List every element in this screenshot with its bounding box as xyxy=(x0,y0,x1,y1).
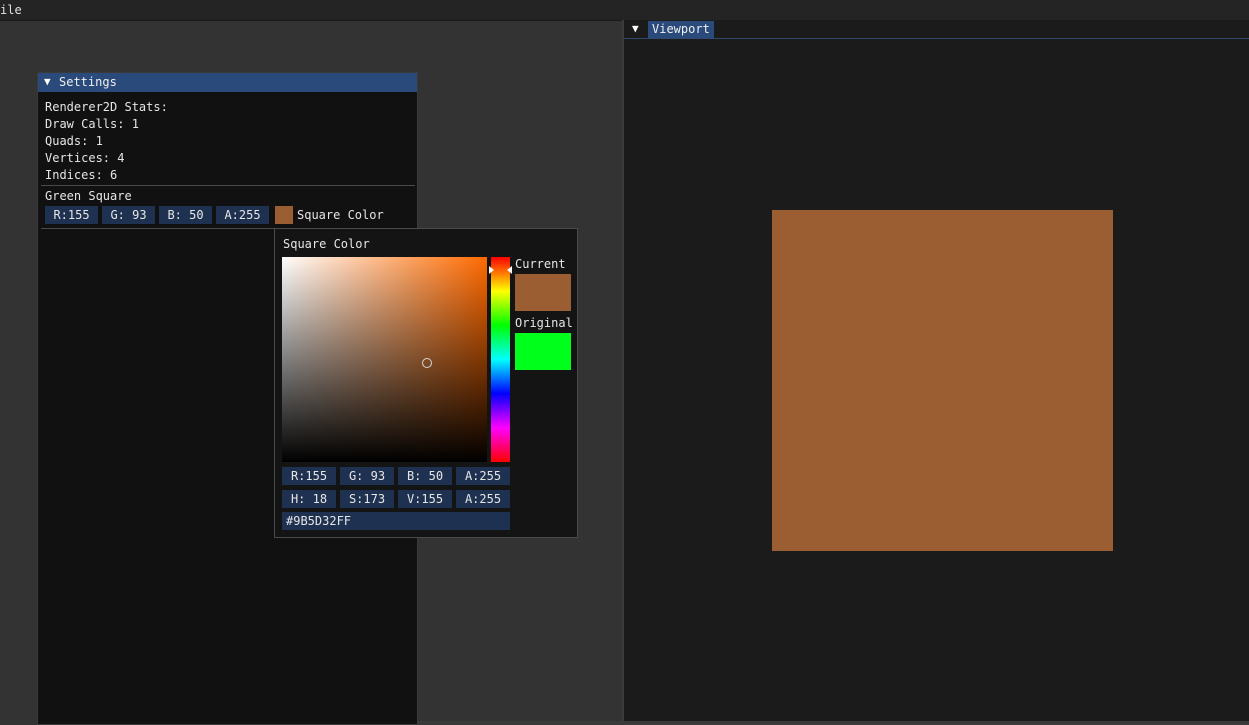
color-r-field[interactable]: R:155 xyxy=(45,206,98,224)
settings-titlebar[interactable]: ▼ Settings xyxy=(38,73,417,92)
saturation-value-square[interactable] xyxy=(282,257,487,462)
stat-indices: Indices: 6 xyxy=(45,168,118,182)
hex-input[interactable]: #9B5D32FF xyxy=(282,512,510,530)
original-color-swatch[interactable] xyxy=(515,333,571,370)
color-a-field[interactable]: A:255 xyxy=(216,206,269,224)
color-swatch-button[interactable] xyxy=(275,206,293,224)
hue-marker-left-icon xyxy=(489,266,494,274)
stat-draw-calls: Draw Calls: 1 xyxy=(45,117,139,131)
viewport-tabbar: ▼ Viewport xyxy=(624,20,1249,39)
picker-title: Square Color xyxy=(283,237,370,251)
separator xyxy=(41,185,415,186)
bottom-border xyxy=(418,721,1249,725)
color-b-field[interactable]: B: 50 xyxy=(159,206,212,224)
menu-bar: ile xyxy=(0,0,1249,21)
stat-quads: Quads: 1 xyxy=(45,134,103,148)
color-picker-popup: Square Color Current Original R:155 G: 9… xyxy=(274,228,578,538)
picker-a-field[interactable]: A:255 xyxy=(456,467,510,485)
menu-file[interactable]: ile xyxy=(0,3,22,17)
stats-header: Renderer2D Stats: xyxy=(45,100,168,114)
picker-b-field[interactable]: B: 50 xyxy=(398,467,452,485)
sv-cursor[interactable] xyxy=(422,358,432,368)
current-label: Current xyxy=(515,257,566,271)
hue-marker-right-icon xyxy=(507,266,512,274)
picker-v-field[interactable]: V:155 xyxy=(398,490,452,508)
square-color-label: Square Color xyxy=(297,208,384,222)
picker-h-field[interactable]: H: 18 xyxy=(282,490,336,508)
original-label: Original xyxy=(515,316,573,330)
tab-viewport[interactable]: Viewport xyxy=(648,21,714,38)
hue-bar[interactable] xyxy=(491,257,510,462)
viewport-panel: ▼ Viewport xyxy=(622,20,1249,725)
picker-s-field[interactable]: S:173 xyxy=(340,490,394,508)
collapse-arrow-icon[interactable]: ▼ xyxy=(44,75,51,88)
window-menu-icon[interactable]: ▼ xyxy=(632,22,639,35)
picker-g-field[interactable]: G: 93 xyxy=(340,467,394,485)
current-color-swatch xyxy=(515,274,571,311)
picker-alpha-field[interactable]: A:255 xyxy=(456,490,510,508)
entity-name: Green Square xyxy=(45,189,132,203)
rendered-square xyxy=(772,210,1113,551)
color-g-field[interactable]: G: 93 xyxy=(102,206,155,224)
stat-vertices: Vertices: 4 xyxy=(45,151,125,165)
picker-r-field[interactable]: R:155 xyxy=(282,467,336,485)
settings-title: Settings xyxy=(59,75,117,89)
